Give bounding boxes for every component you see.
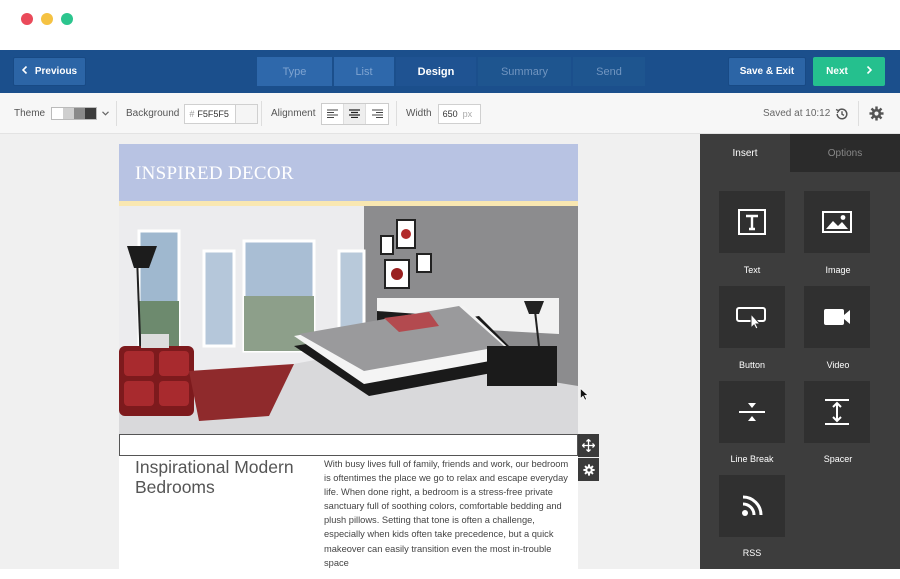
background-color-value: F5F5F5 — [197, 108, 229, 119]
align-left-icon — [327, 109, 339, 118]
step-type[interactable]: Type — [257, 57, 332, 86]
history-icon — [835, 107, 848, 120]
mouse-cursor-icon — [580, 388, 589, 401]
rss-icon — [742, 495, 763, 516]
save-exit-button[interactable]: Save & Exit — [728, 57, 806, 86]
next-button[interactable]: Next — [813, 57, 885, 86]
settings-button[interactable] — [869, 93, 884, 134]
email-header-block[interactable]: INSPIRED DECOR — [119, 144, 578, 201]
background-color-preview[interactable] — [236, 103, 259, 124]
hash-symbol: # — [189, 108, 195, 119]
toolbar-divider — [261, 101, 262, 126]
video-icon — [824, 309, 850, 325]
insert-panel: Insert Options Text Image Button Video L… — [700, 134, 900, 569]
next-label: Next — [826, 66, 848, 77]
align-right-button[interactable] — [366, 104, 388, 124]
tab-insert-label: Insert — [732, 147, 758, 159]
wizard-steps: Type List Design Summary Send — [257, 57, 647, 86]
background-color-input[interactable]: # F5F5F5 — [184, 103, 237, 124]
previous-button[interactable]: Previous — [13, 57, 86, 86]
toolbar-divider — [116, 101, 117, 126]
align-center-icon — [349, 109, 361, 118]
background-control: Background # F5F5F5 — [126, 93, 259, 134]
chevron-left-icon — [21, 65, 28, 77]
email-header-title: INSPIRED DECOR — [135, 163, 294, 184]
hero-image[interactable] — [119, 206, 578, 434]
tile-label-line-break: Line Break — [730, 454, 774, 464]
tile-label-video: Video — [826, 360, 850, 370]
tile-label-spacer: Spacer — [823, 454, 853, 464]
width-label: Width — [406, 108, 432, 119]
align-right-icon — [371, 109, 383, 118]
tile-label-rss: RSS — [742, 548, 762, 558]
alignment-control: Alignment — [271, 93, 390, 134]
article-title[interactable]: Inspirational Modern Bedrooms — [135, 457, 315, 497]
email-canvas: INSPIRED DECOR Inspirational Modern Bedr… — [0, 134, 700, 579]
chevron-right-icon — [866, 65, 872, 77]
width-input[interactable]: 650 px — [437, 103, 481, 124]
selected-spacer-block[interactable] — [119, 434, 578, 456]
theme-label: Theme — [14, 108, 46, 119]
toolbar-divider — [396, 101, 397, 126]
step-list[interactable]: List — [334, 57, 394, 86]
toolbar-divider — [858, 101, 859, 126]
step-summary[interactable]: Summary — [478, 57, 571, 86]
step-design[interactable]: Design — [396, 57, 476, 86]
move-icon — [582, 439, 595, 452]
insert-image-tile[interactable] — [804, 191, 870, 253]
insert-video-tile[interactable] — [804, 286, 870, 348]
step-label: Send — [596, 65, 622, 78]
window-titlebar — [0, 0, 900, 50]
width-unit: px — [462, 108, 473, 119]
tile-label-text: Text — [743, 265, 761, 275]
step-label: List — [355, 65, 373, 78]
history-button[interactable] — [835, 93, 849, 134]
saved-time-text: Saved at 10:12 — [763, 108, 831, 119]
save-exit-label: Save & Exit — [739, 66, 795, 77]
image-icon — [822, 211, 852, 233]
top-nav: Previous Type List Design Summary Send S… — [0, 50, 900, 93]
insert-rss-tile[interactable] — [719, 475, 785, 537]
email-preview: INSPIRED DECOR Inspirational Modern Bedr… — [119, 144, 599, 579]
step-label: Type — [282, 65, 307, 78]
theme-swatch[interactable] — [51, 107, 98, 120]
tab-insert[interactable]: Insert — [700, 134, 790, 172]
text-icon — [738, 209, 766, 235]
theme-control: Theme — [14, 93, 110, 134]
bedroom-photo — [119, 206, 578, 434]
save-status: Saved at 10:12 — [763, 93, 830, 134]
tab-options[interactable]: Options — [790, 134, 900, 172]
alignment-label: Alignment — [271, 108, 316, 119]
line-break-icon — [739, 403, 765, 421]
previous-label: Previous — [34, 66, 78, 77]
step-label: Design — [417, 65, 455, 78]
insert-spacer-tile[interactable] — [804, 381, 870, 443]
tile-label-image: Image — [825, 265, 851, 275]
background-label: Background — [126, 108, 180, 119]
width-value: 650 — [442, 108, 458, 119]
gear-icon — [869, 106, 884, 121]
block-settings-button[interactable] — [578, 458, 599, 481]
align-left-button[interactable] — [322, 103, 345, 124]
alignment-group — [321, 102, 390, 125]
tile-label-button: Button — [738, 360, 766, 370]
step-send[interactable]: Send — [573, 57, 645, 86]
maximize-window-dot[interactable] — [61, 13, 73, 25]
insert-line-break-tile[interactable] — [719, 381, 785, 443]
width-control: Width 650 px — [406, 93, 481, 134]
gear-icon — [582, 463, 595, 476]
tab-options-label: Options — [827, 147, 863, 159]
minimize-window-dot[interactable] — [41, 13, 53, 25]
article-body[interactable]: With busy lives full of family, friends … — [324, 457, 569, 570]
spacer-icon — [825, 399, 849, 425]
move-block-handle[interactable] — [578, 434, 599, 457]
design-toolbar: Theme Background # F5F5F5 Alignment Widt… — [0, 93, 900, 134]
step-label: Summary — [500, 65, 549, 78]
insert-text-tile[interactable] — [719, 191, 785, 253]
close-window-dot[interactable] — [21, 13, 33, 25]
button-icon — [736, 307, 766, 329]
insert-button-tile[interactable] — [719, 286, 785, 348]
chevron-down-icon[interactable] — [102, 108, 110, 119]
align-center-button[interactable] — [344, 103, 367, 124]
